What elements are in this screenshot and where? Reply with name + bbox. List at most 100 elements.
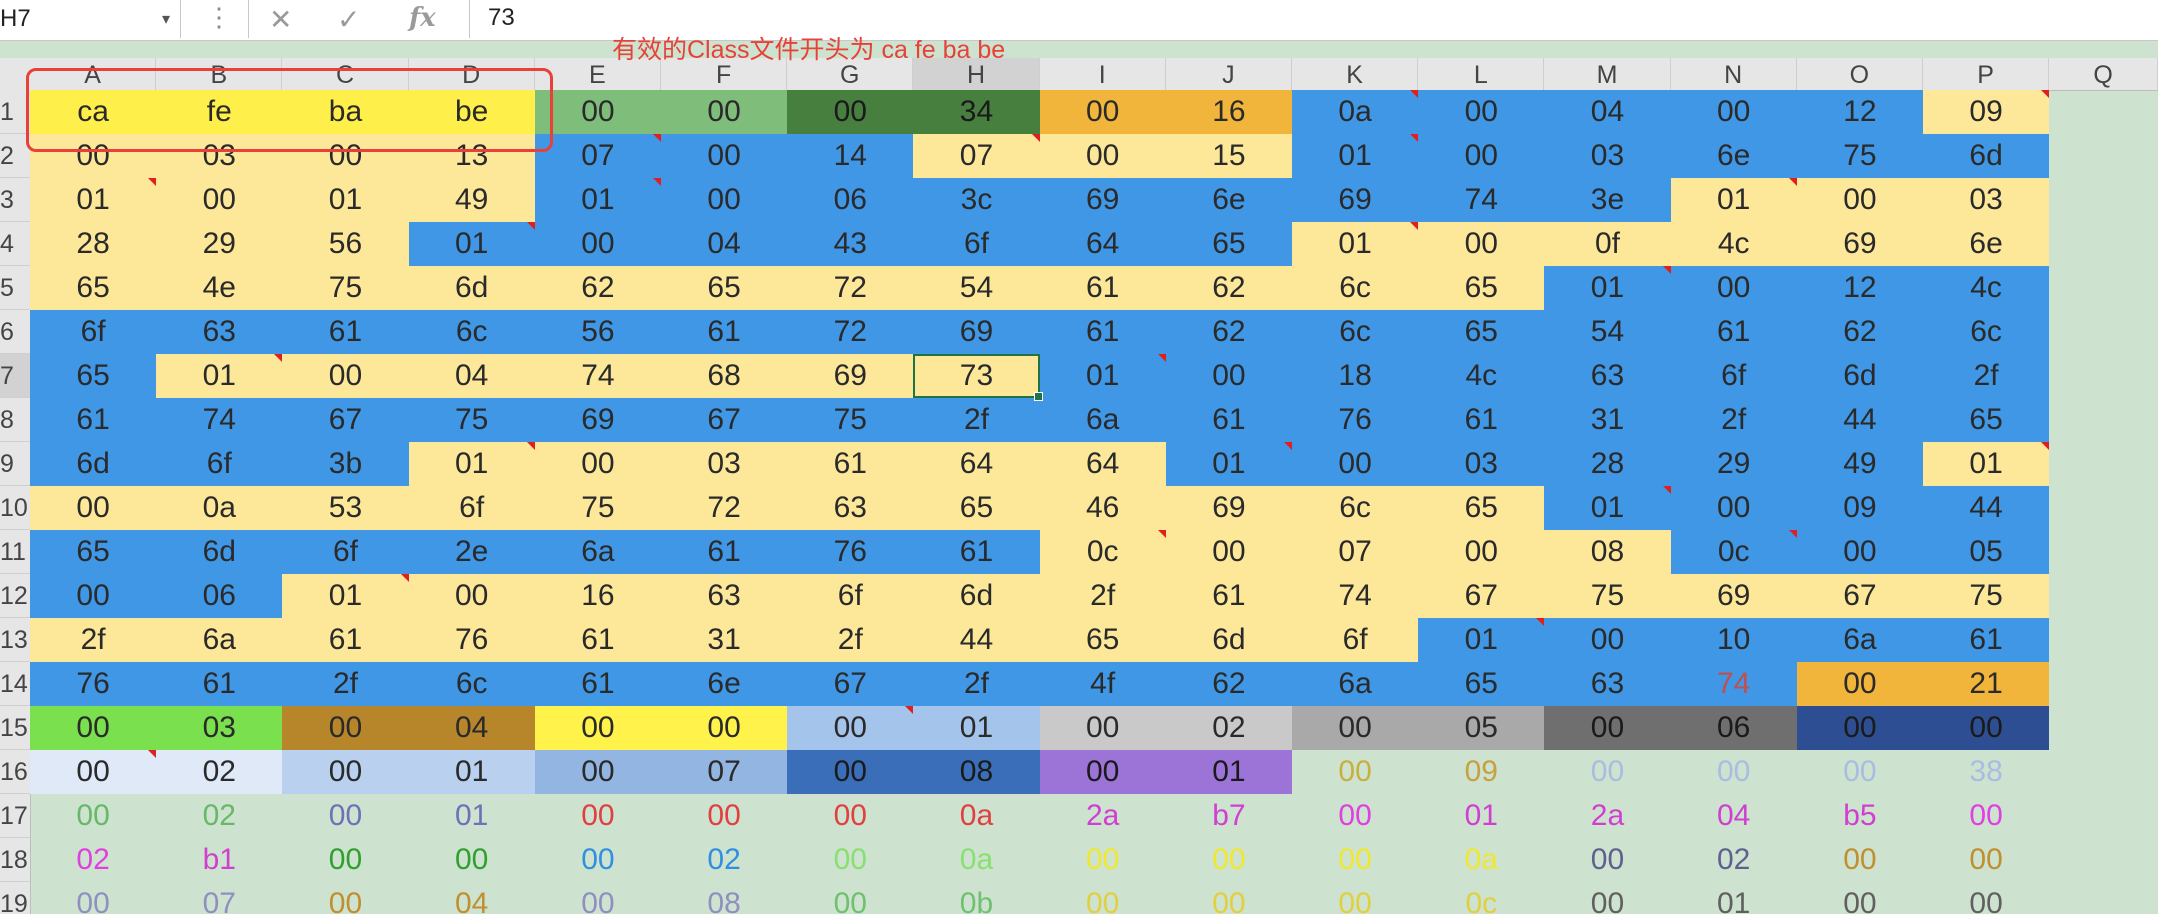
cell-k5[interactable]: 6c — [1292, 266, 1419, 310]
cell-q7[interactable] — [2049, 354, 2158, 398]
column-header-q[interactable]: Q — [2049, 58, 2158, 90]
cell-e9[interactable]: 00 — [534, 442, 661, 486]
cell-l15[interactable]: 05 — [1418, 706, 1545, 750]
row-header-14[interactable]: 14 — [0, 662, 30, 706]
cell-a5[interactable]: 65 — [30, 266, 157, 310]
cell-f3[interactable]: 00 — [661, 178, 788, 222]
cell-e16[interactable]: 00 — [534, 750, 661, 794]
cell-b8[interactable]: 74 — [156, 398, 283, 442]
cell-k8[interactable]: 76 — [1292, 398, 1419, 442]
cell-i8[interactable]: 6a — [1039, 398, 1166, 442]
cell-f7[interactable]: 68 — [661, 354, 788, 398]
cell-e18[interactable]: 00 — [535, 838, 661, 882]
cell-b3[interactable]: 00 — [156, 178, 283, 222]
cell-a16[interactable]: 00 — [30, 750, 157, 794]
cell-n2[interactable]: 6e — [1670, 134, 1797, 178]
cell-o15[interactable]: 00 — [1796, 706, 1923, 750]
cell-o10[interactable]: 09 — [1796, 486, 1923, 530]
row-header-16[interactable]: 16 — [0, 750, 30, 794]
cell-g7[interactable]: 69 — [787, 354, 914, 398]
column-header-k[interactable]: K — [1292, 58, 1419, 90]
cell-o1[interactable]: 12 — [1796, 90, 1923, 134]
column-header-l[interactable]: L — [1418, 58, 1545, 90]
cell-b19[interactable]: 07 — [156, 882, 282, 914]
cell-l13[interactable]: 01 — [1418, 618, 1545, 662]
cell-j11[interactable]: 00 — [1165, 530, 1292, 574]
cell-a4[interactable]: 28 — [30, 222, 157, 266]
cell-n7[interactable]: 6f — [1670, 354, 1797, 398]
column-header-i[interactable]: I — [1040, 58, 1166, 90]
cell-n18[interactable]: 02 — [1671, 838, 1797, 882]
cell-j9[interactable]: 01 — [1165, 442, 1292, 486]
cell-m10[interactable]: 01 — [1544, 486, 1671, 530]
cell-j14[interactable]: 62 — [1165, 662, 1292, 706]
cell-e14[interactable]: 61 — [534, 662, 661, 706]
cell-d19[interactable]: 04 — [409, 882, 535, 914]
cell-f12[interactable]: 63 — [661, 574, 788, 618]
cell-a12[interactable]: 00 — [30, 574, 157, 618]
cell-p7[interactable]: 2f — [1923, 354, 2050, 398]
cell-h19[interactable]: 0b — [913, 882, 1039, 914]
cell-p2[interactable]: 6d — [1923, 134, 2050, 178]
cell-h17[interactable]: 0a — [913, 794, 1039, 838]
cell-e7[interactable]: 74 — [534, 354, 661, 398]
cell-h14[interactable]: 2f — [913, 662, 1040, 706]
cell-n1[interactable]: 00 — [1670, 90, 1797, 134]
cell-l11[interactable]: 00 — [1418, 530, 1545, 574]
cell-h11[interactable]: 61 — [913, 530, 1040, 574]
cell-l17[interactable]: 01 — [1418, 794, 1544, 838]
cell-h3[interactable]: 3c — [913, 178, 1040, 222]
cell-j5[interactable]: 62 — [1165, 266, 1292, 310]
cell-b13[interactable]: 6a — [156, 618, 283, 662]
cell-q11[interactable] — [2049, 530, 2158, 574]
cell-i11[interactable]: 0c — [1039, 530, 1166, 574]
cell-c4[interactable]: 56 — [282, 222, 409, 266]
cell-o16[interactable]: 00 — [1797, 750, 1923, 794]
cell-h18[interactable]: 0a — [913, 838, 1039, 882]
row-header-17[interactable]: 17 — [0, 794, 30, 838]
cell-b9[interactable]: 6f — [156, 442, 283, 486]
cell-j10[interactable]: 69 — [1165, 486, 1292, 530]
cell-d4[interactable]: 01 — [408, 222, 535, 266]
cell-l14[interactable]: 65 — [1418, 662, 1545, 706]
cell-f1[interactable]: 00 — [661, 90, 788, 134]
cell-p14[interactable]: 21 — [1923, 662, 2050, 706]
cell-h4[interactable]: 6f — [913, 222, 1040, 266]
cell-g13[interactable]: 2f — [787, 618, 914, 662]
cell-p8[interactable]: 65 — [1923, 398, 2050, 442]
cell-i18[interactable]: 00 — [1040, 838, 1166, 882]
cell-h2[interactable]: 07 — [913, 134, 1040, 178]
cell-n11[interactable]: 0c — [1670, 530, 1797, 574]
cell-n12[interactable]: 69 — [1670, 574, 1797, 618]
cell-m4[interactable]: 0f — [1544, 222, 1671, 266]
cell-q5[interactable] — [2049, 266, 2158, 310]
cell-f13[interactable]: 31 — [661, 618, 788, 662]
cell-d11[interactable]: 2e — [408, 530, 535, 574]
cell-l5[interactable]: 65 — [1418, 266, 1545, 310]
cell-e12[interactable]: 16 — [534, 574, 661, 618]
cell-l4[interactable]: 00 — [1418, 222, 1545, 266]
cell-q2[interactable] — [2049, 134, 2158, 178]
cell-l8[interactable]: 61 — [1418, 398, 1545, 442]
cell-d14[interactable]: 6c — [408, 662, 535, 706]
cell-k13[interactable]: 6f — [1292, 618, 1419, 662]
cell-g14[interactable]: 67 — [787, 662, 914, 706]
cell-p11[interactable]: 05 — [1923, 530, 2050, 574]
cell-l18[interactable]: 0a — [1418, 838, 1544, 882]
cell-q6[interactable] — [2049, 310, 2158, 354]
row-header-8[interactable]: 8 — [0, 398, 30, 442]
cell-f9[interactable]: 03 — [661, 442, 788, 486]
cell-h7[interactable]: 73 — [913, 354, 1040, 398]
cell-d12[interactable]: 00 — [408, 574, 535, 618]
cell-l2[interactable]: 00 — [1418, 134, 1545, 178]
name-box[interactable]: H7 ▾ — [0, 0, 181, 38]
cell-q9[interactable] — [2049, 442, 2158, 486]
cell-i16[interactable]: 00 — [1039, 750, 1166, 794]
cell-a14[interactable]: 76 — [30, 662, 157, 706]
cell-q14[interactable] — [2049, 662, 2158, 706]
cell-e17[interactable]: 00 — [535, 794, 661, 838]
cell-e4[interactable]: 00 — [534, 222, 661, 266]
column-header-m[interactable]: M — [1544, 58, 1671, 90]
cell-d9[interactable]: 01 — [408, 442, 535, 486]
cell-i7[interactable]: 01 — [1039, 354, 1166, 398]
